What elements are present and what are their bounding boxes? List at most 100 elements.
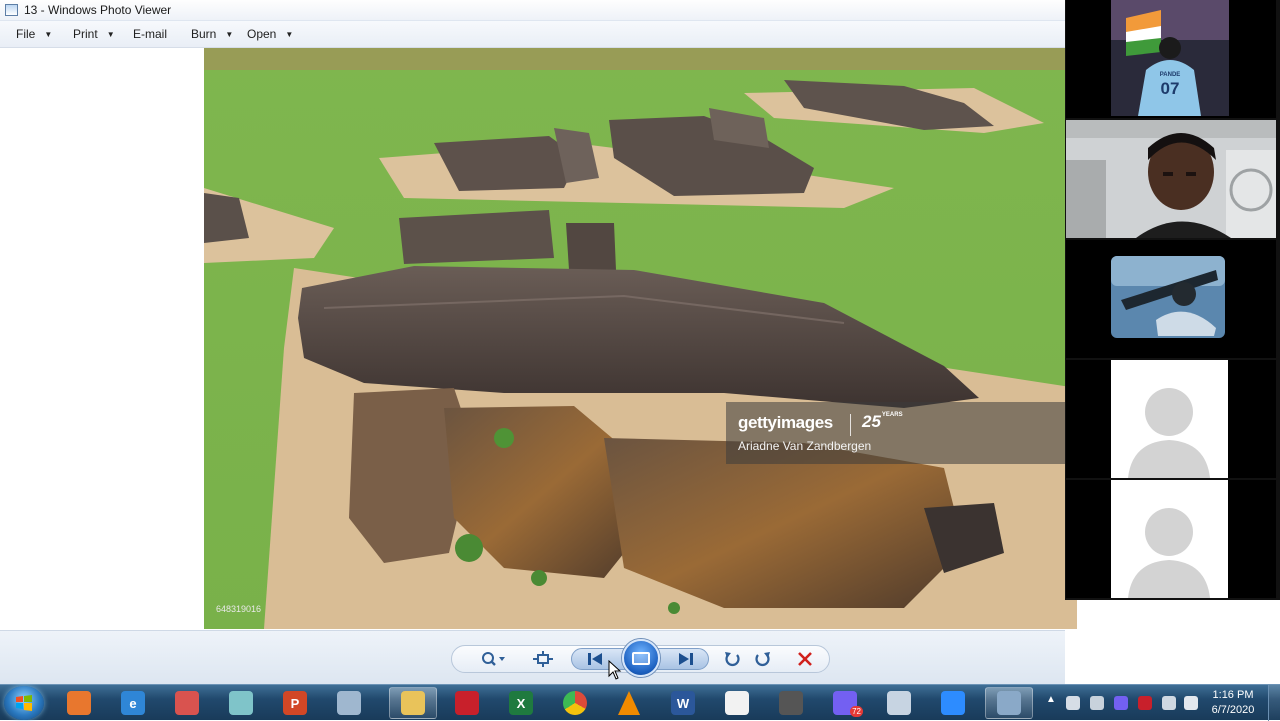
next-button[interactable] [673, 651, 699, 667]
flag-icon[interactable] [1162, 696, 1176, 710]
antivirus-icon[interactable] [1138, 696, 1152, 710]
actual-size-icon [533, 651, 553, 667]
sticky-notes-icon [725, 691, 749, 715]
rotate-cw-button[interactable] [752, 649, 774, 669]
taskbar: e P X W 72 ▲ 1:16 PM 6/7/2020 [0, 684, 1280, 721]
menu-print[interactable]: Print ▼ [73, 27, 115, 41]
previous-icon [588, 653, 602, 665]
slideshow-icon [632, 651, 650, 665]
taskbar-button-media[interactable] [767, 687, 815, 719]
watermark-brand: gettyimages [738, 413, 833, 432]
chevron-down-icon: ▼ [106, 29, 115, 39]
watermark-credit: Ariadne Van Zandbergen [738, 439, 872, 453]
taskbar-button-vlc[interactable] [605, 687, 653, 719]
vlc-icon [618, 691, 640, 715]
taskbar-button-viber[interactable]: 72 [821, 687, 869, 719]
media-icon [779, 691, 803, 715]
watermark: gettyimages 25YEARS Ariadne Van Zandberg… [726, 402, 1066, 464]
previous-button[interactable] [582, 651, 608, 667]
participant-avatar-5 [1066, 480, 1276, 598]
photo-viewer-icon [5, 4, 18, 16]
menu-file-label: File [16, 27, 36, 41]
volume-icon[interactable] [1090, 696, 1104, 710]
menu-burn[interactable]: Burn ▼ [191, 27, 233, 41]
participant-avatar-4 [1066, 360, 1276, 478]
photo-viewer-task-icon [997, 691, 1021, 715]
delete-icon [798, 652, 812, 666]
participant-video-1: PANDE 07 [1066, 0, 1276, 118]
rotate-cw-icon [755, 652, 770, 667]
taskbar-button-zoom-app[interactable] [929, 687, 977, 719]
zoom-icon [482, 652, 505, 666]
menu-open[interactable]: Open ▼ [247, 27, 293, 41]
dolmen-photo-image [204, 48, 1077, 629]
chevron-down-icon: ▼ [285, 29, 294, 39]
actual-size-button[interactable] [531, 649, 555, 669]
displayed-photo[interactable]: gettyimages 25YEARS Ariadne Van Zandberg… [204, 48, 1077, 629]
show-desktop-button[interactable] [1268, 685, 1280, 721]
photo-id: 648319016 [216, 604, 262, 614]
taskbar-button-excel[interactable]: X [497, 687, 545, 719]
delete-button[interactable] [794, 649, 816, 669]
video-tile-3[interactable] [1066, 240, 1276, 358]
video-tile-4[interactable] [1066, 360, 1276, 478]
rotate-ccw-button[interactable] [721, 649, 743, 669]
start-button[interactable] [4, 686, 44, 720]
taskbar-button-chrome[interactable] [551, 687, 599, 719]
file-explorer-icon [401, 691, 425, 715]
taskbar-button-internet-explorer[interactable]: e [109, 687, 157, 719]
notification-badge: 72 [850, 706, 863, 717]
menu-burn-label: Burn [191, 27, 217, 41]
zoom-app-icon [941, 691, 965, 715]
jersey-number: 07 [1161, 79, 1180, 98]
show-hidden-icons-icon[interactable]: ▲ [1046, 694, 1056, 705]
mouse-cursor-icon [608, 660, 622, 680]
viber-tray-icon[interactable] [1114, 696, 1128, 710]
chrome-icon [563, 691, 587, 715]
window-title: 13 - Windows Photo Viewer [24, 3, 172, 17]
excel-icon: X [509, 691, 533, 715]
windows-logo-icon [16, 695, 32, 711]
clock[interactable]: 1:16 PM 6/7/2020 [1200, 688, 1266, 718]
taskbar-button-file-explorer[interactable] [389, 687, 437, 719]
menu-email[interactable]: E-mail [133, 27, 167, 41]
calculator-icon [337, 691, 361, 715]
next-icon [679, 653, 693, 665]
watermark-years: 25YEARS [862, 412, 903, 431]
video-tile-1[interactable]: PANDE 07 [1066, 0, 1276, 118]
watermark-divider [850, 414, 851, 436]
video-tile-5[interactable] [1066, 480, 1276, 598]
internet-explorer-icon: e [121, 691, 145, 715]
participant-video-2 [1066, 120, 1276, 238]
taskbar-button-sticky-notes[interactable] [713, 687, 761, 719]
slideshow-button[interactable] [622, 639, 660, 677]
taskbar-button-download-manager[interactable] [443, 687, 491, 719]
taskbar-button-powerpoint[interactable]: P [271, 687, 319, 719]
menu-print-label: Print [73, 27, 98, 41]
title-bar: 13 - Windows Photo Viewer [0, 0, 1065, 21]
jersey-name: PANDE [1160, 72, 1181, 78]
snipping-tool-icon [175, 691, 199, 715]
powerpoint-icon: P [283, 691, 307, 715]
avatar-icon [1145, 508, 1193, 556]
download-manager-icon [455, 691, 479, 715]
taskbar-button-windows-media-player[interactable] [55, 687, 103, 719]
speaker-icon[interactable] [1066, 696, 1080, 710]
system-tray: ▲ [1040, 685, 1200, 721]
video-tile-2[interactable] [1066, 120, 1276, 238]
clock-time: 1:16 PM [1212, 689, 1254, 701]
menu-file[interactable]: File ▼ [16, 27, 52, 41]
taskbar-button-calculator[interactable] [325, 687, 373, 719]
word-icon: W [671, 691, 695, 715]
taskbar-button-snipping-tool[interactable] [163, 687, 211, 719]
network-icon[interactable] [1184, 696, 1198, 710]
taskbar-button-photo-viewer-task[interactable] [985, 687, 1033, 719]
rotate-ccw-icon [725, 652, 740, 667]
notepad-icon [229, 691, 253, 715]
video-call-panel: PANDE 07 [1065, 0, 1280, 600]
zoom-button[interactable] [477, 649, 509, 669]
taskbar-button-word[interactable]: W [659, 687, 707, 719]
taskbar-button-notepad[interactable] [217, 687, 265, 719]
viewer-controls [0, 630, 1065, 684]
taskbar-button-paint[interactable] [875, 687, 923, 719]
